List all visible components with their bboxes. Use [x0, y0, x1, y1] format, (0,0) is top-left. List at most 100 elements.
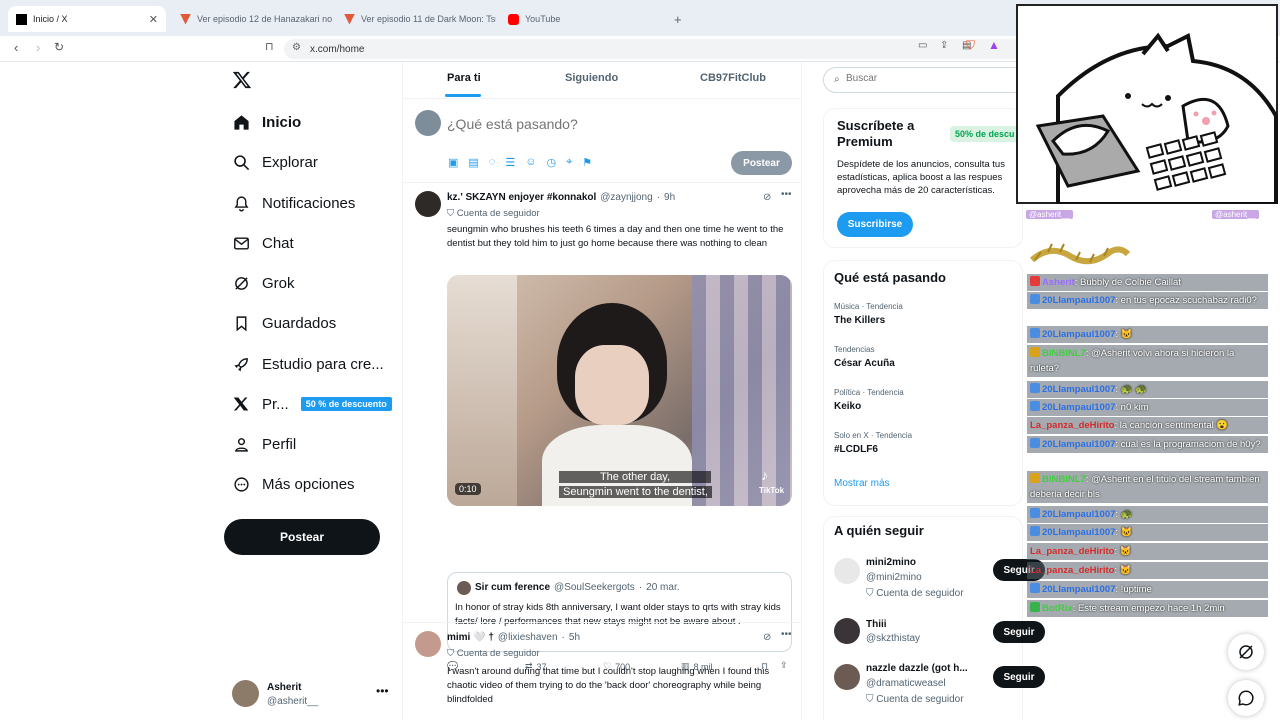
nav-item-more[interactable]: Más opciones: [232, 469, 355, 499]
image-icon[interactable]: ▣: [448, 156, 458, 169]
close-tab-icon[interactable]: ✕: [149, 13, 158, 26]
chat-text: : Este stream empezo hace 1h 2min: [1072, 603, 1225, 614]
chat-text: : 🐱: [1114, 546, 1132, 557]
chat-message: BINBINL7: @Asherit volvi ahora si hicier…: [1027, 345, 1268, 377]
post-button[interactable]: Postear: [224, 519, 380, 555]
schedule-icon[interactable]: ◷: [546, 156, 556, 169]
x-logo-icon[interactable]: [232, 70, 252, 95]
location-icon[interactable]: ⌖: [566, 156, 572, 169]
nav-item-creator-studio[interactable]: Estudio para cre...: [232, 349, 384, 379]
bongo-cat-overlay: [1016, 4, 1278, 206]
shield-icon: ⛉: [447, 648, 457, 659]
follow-button[interactable]: Seguir: [993, 666, 1045, 688]
grok-icon[interactable]: ⊘: [763, 632, 771, 643]
grok-icon[interactable]: ⊘: [763, 192, 771, 203]
search-input[interactable]: [846, 73, 1016, 84]
account-name: Asherit: [267, 682, 302, 693]
back-icon[interactable]: ‹: [14, 40, 18, 55]
tweet-author-name[interactable]: kz.' SKZAYN enjoyer #konnakol: [447, 192, 596, 203]
more-dots-icon[interactable]: •••: [376, 684, 389, 698]
grok-floating-button[interactable]: [1228, 634, 1264, 670]
trend-category: Tendencias: [834, 345, 875, 354]
url-field[interactable]: ⚙ x.com/home: [284, 39, 1024, 59]
tab-title: Ver episodio 11 de Dark Moon: Tsuki: [361, 14, 496, 24]
site-settings-icon[interactable]: ⚙: [292, 42, 301, 53]
reload-icon[interactable]: ↻: [54, 40, 64, 54]
url-text: x.com/home: [310, 43, 365, 55]
avatar: [415, 110, 441, 136]
vip-badge-icon: [1030, 473, 1040, 483]
bookmark-page-icon[interactable]: ⊓: [265, 40, 274, 53]
tweet[interactable]: kz.' SKZAYN enjoyer #konnakol @zaynjjong…: [403, 183, 801, 672]
tab-cb97fitclub[interactable]: CB97FitClub: [700, 72, 766, 84]
follow-button[interactable]: Seguir: [993, 621, 1045, 643]
chat-text: : n0 kim: [1115, 402, 1149, 413]
nav-item-chat[interactable]: Chat: [232, 228, 294, 258]
avatar[interactable]: [415, 631, 441, 657]
search-box[interactable]: ⌕: [823, 67, 1033, 93]
messages-floating-button[interactable]: [1228, 680, 1264, 716]
nav-item-home[interactable]: Inicio: [232, 107, 301, 137]
new-tab-button[interactable]: +: [666, 6, 686, 32]
share-icon[interactable]: ⇪: [940, 40, 948, 51]
suggestion-name: nazzle dazzle (got h...: [866, 663, 968, 674]
video-duration: 0:10: [455, 483, 481, 495]
tweet-author-name[interactable]: mimi 🤍 †: [447, 632, 494, 643]
gif-icon[interactable]: ▤: [468, 156, 478, 169]
tweet-video[interactable]: The other day, Seungmin went to the dent…: [447, 275, 792, 506]
subscriber-badge-icon: [1030, 438, 1040, 448]
trend-category: Solo en X · Tendencia: [834, 431, 913, 440]
follower-label: ⛉ Cuenta de seguidor: [447, 648, 540, 659]
chat-username: 20Llampaul1007: [1042, 384, 1116, 395]
chat-message: 20Llampaul1007: en tus epocaz scuchabaz …: [1027, 292, 1268, 309]
compose-input[interactable]: [447, 114, 787, 134]
avatar: [232, 680, 259, 707]
compose-post-button[interactable]: Postear: [731, 151, 792, 175]
more-dots-icon[interactable]: •••: [781, 189, 792, 200]
forward-icon[interactable]: ›: [36, 40, 40, 55]
browser-tab-x[interactable]: Inicio / X ✕: [8, 6, 166, 32]
chat-username: BINBINL7: [1042, 474, 1086, 485]
flag-icon[interactable]: ⚑: [582, 156, 592, 169]
nav-item-profile[interactable]: Perfil: [232, 429, 296, 459]
brave-shield-icon[interactable]: ⛉: [966, 38, 975, 53]
account-switcher[interactable]: Asherit @asherit__ •••: [232, 680, 392, 710]
emoji-icon[interactable]: ☺: [525, 156, 536, 169]
browser-tab-youtube[interactable]: YouTube: [500, 6, 660, 32]
chat-text: : la canción sentimental 😮: [1114, 420, 1229, 431]
subscribe-button[interactable]: Suscribirse: [837, 212, 913, 237]
browser-tab-episode-12[interactable]: Ver episodio 12 de Hanazakari no Kimi: [172, 6, 332, 32]
tweet-author-handle[interactable]: @lixieshaven: [498, 632, 558, 643]
tweet-author-handle[interactable]: @zaynjjong: [600, 192, 652, 203]
trend-item[interactable]: Tendencias César Acuña: [834, 345, 895, 369]
nav-item-bookmarks[interactable]: Guardados: [232, 308, 336, 338]
screenshot-icon[interactable]: ▭: [918, 40, 927, 51]
nav-item-notifications[interactable]: Notificaciones: [232, 188, 355, 218]
tab-for-you[interactable]: Para ti: [447, 72, 481, 84]
tweet-text: I wasn't around during that time but I c…: [447, 666, 770, 705]
poll-icon[interactable]: ☰: [505, 156, 515, 169]
tab-following[interactable]: Siguiendo: [565, 72, 618, 84]
nav-item-premium[interactable]: Pr... 50 % de descuento: [232, 389, 392, 419]
nav-item-explore[interactable]: Explorar: [232, 147, 318, 177]
brave-rewards-icon[interactable]: ▲: [988, 38, 1000, 52]
chat-username: 20Llampaul1007: [1042, 527, 1116, 538]
avatar[interactable]: [415, 191, 441, 217]
x-favicon-icon: [16, 13, 27, 25]
account-handle: @asherit__: [267, 696, 319, 707]
more-dots-icon[interactable]: •••: [781, 629, 792, 640]
trend-item[interactable]: Política · Tendencia Keiko: [834, 388, 904, 412]
follower-label-text: Cuenta de seguidor: [456, 208, 540, 219]
show-more-link[interactable]: Mostrar más: [834, 478, 890, 489]
tweet-time[interactable]: 9h: [664, 192, 675, 203]
trend-name: #LCDLF6: [834, 444, 878, 455]
tweet-time[interactable]: 5h: [569, 632, 580, 643]
browser-tab-episode-11[interactable]: Ver episodio 11 de Dark Moon: Tsuki: [336, 6, 496, 32]
nav-item-grok[interactable]: Grok: [232, 268, 295, 298]
trend-item[interactable]: Solo en X · Tendencia #LCDLF6: [834, 431, 912, 455]
grok-icon[interactable]: ◌: [489, 156, 496, 169]
tweet[interactable]: mimi 🤍 † @lixieshaven · 5h ⊘ ••• ⛉ Cuent…: [403, 623, 801, 720]
video-subtitle: Seungmin went to the dentist,: [559, 486, 712, 498]
trend-name: César Acuña: [834, 358, 895, 369]
trend-item[interactable]: Música · Tendencia The Killers: [834, 302, 903, 326]
